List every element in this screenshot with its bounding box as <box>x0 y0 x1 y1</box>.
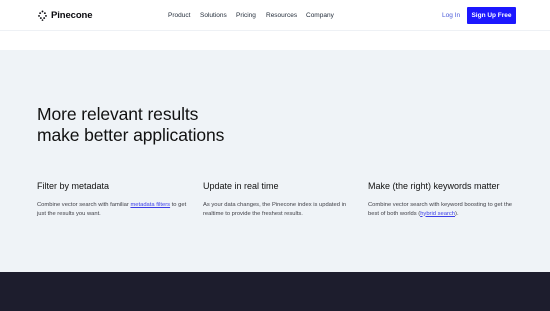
nav-company[interactable]: Company <box>306 11 334 21</box>
pinecone-logo-icon <box>38 10 47 21</box>
feature-title: Update in real time <box>203 181 279 191</box>
section-headline: More relevant results make better applic… <box>37 104 397 146</box>
feature-description: As your data changes, the Pinecone index… <box>203 201 353 218</box>
feature-filter-by-metadata: Filter by metadata Combine vector search… <box>37 180 187 218</box>
pinecone-logo[interactable]: Pinecone <box>37 9 93 22</box>
feature-text: Combine vector search with familiar <box>37 202 131 208</box>
feature-update-real-time: Update in real time As your data changes… <box>203 180 353 218</box>
nav-pricing[interactable]: Pricing <box>236 11 256 21</box>
feature-text-end: ). <box>455 210 459 217</box>
feature-title: Filter by metadata <box>37 181 110 191</box>
hybrid-search-link[interactable]: hybrid search <box>420 211 455 217</box>
dark-footer-section <box>0 272 550 311</box>
login-link[interactable]: Log In <box>442 11 460 21</box>
feature-keywords-matter: Make (the right) keywords matter Combine… <box>368 180 520 218</box>
nav-resources[interactable]: Resources <box>266 11 297 21</box>
signup-button[interactable]: Sign Up Free <box>467 7 516 24</box>
headline-line-2: make better applications <box>37 125 225 145</box>
nav-solutions[interactable]: Solutions <box>200 11 227 21</box>
feature-description: Combine vector search with familiar meta… <box>37 201 187 218</box>
logo-text: Pinecone <box>51 10 93 21</box>
features-section <box>0 50 550 272</box>
nav-product[interactable]: Product <box>168 11 190 21</box>
feature-title: Make (the right) keywords matter <box>368 181 500 191</box>
top-navigation-bar: Pinecone Product Solutions Pricing Resou… <box>0 0 550 31</box>
metadata-filters-link[interactable]: metadata filters <box>130 202 170 208</box>
headline-line-1: More relevant results <box>37 104 199 124</box>
feature-text: As your data changes, the Pinecone index… <box>203 202 347 217</box>
feature-description: Combine vector search with keyword boost… <box>368 201 520 218</box>
